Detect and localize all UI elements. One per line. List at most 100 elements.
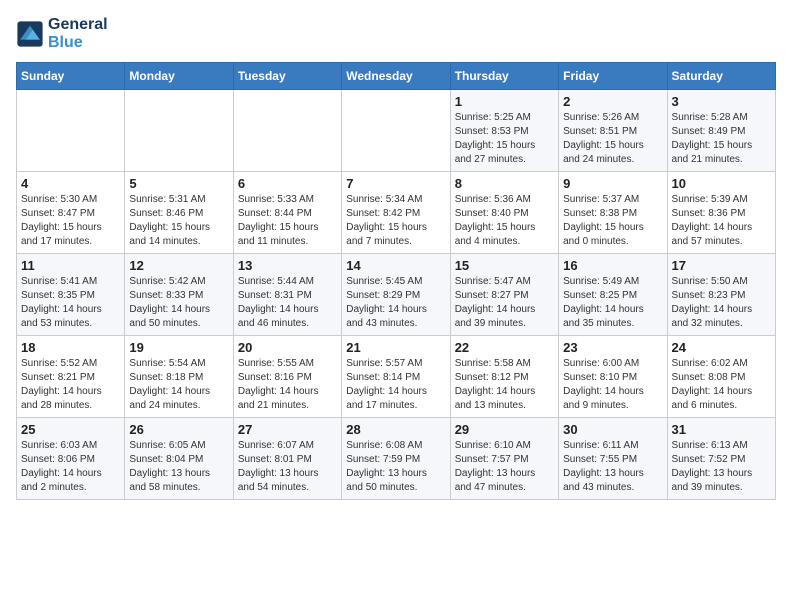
calendar-cell: 6 Sunrise: 5:33 AM Sunset: 8:44 PM Daylig…: [233, 172, 341, 254]
calendar-cell: 25 Sunrise: 6:03 AM Sunset: 8:06 PM Dayli…: [17, 418, 125, 500]
day-number: 30: [563, 422, 662, 437]
week-row-2: 4 Sunrise: 5:30 AM Sunset: 8:47 PM Daylig…: [17, 172, 776, 254]
day-number: 20: [238, 340, 337, 355]
day-number: 27: [238, 422, 337, 437]
calendar-cell: 28 Sunrise: 6:08 AM Sunset: 7:59 PM Dayli…: [342, 418, 450, 500]
calendar-cell: 17 Sunrise: 5:50 AM Sunset: 8:23 PM Dayli…: [667, 254, 775, 336]
day-info: Sunrise: 6:13 AM Sunset: 7:52 PM Dayligh…: [672, 439, 771, 495]
calendar-cell: 14 Sunrise: 5:45 AM Sunset: 8:29 PM Dayli…: [342, 254, 450, 336]
day-info: Sunrise: 6:10 AM Sunset: 7:57 PM Dayligh…: [455, 439, 554, 495]
calendar-cell: 19 Sunrise: 5:54 AM Sunset: 8:18 PM Dayli…: [125, 336, 233, 418]
day-info: Sunrise: 5:34 AM Sunset: 8:42 PM Dayligh…: [346, 193, 445, 249]
day-info: Sunrise: 5:28 AM Sunset: 8:49 PM Dayligh…: [672, 111, 771, 167]
day-info: Sunrise: 6:02 AM Sunset: 8:08 PM Dayligh…: [672, 357, 771, 413]
day-number: 18: [21, 340, 120, 355]
calendar-cell: 9 Sunrise: 5:37 AM Sunset: 8:38 PM Daylig…: [559, 172, 667, 254]
calendar-cell: 16 Sunrise: 5:49 AM Sunset: 8:25 PM Dayli…: [559, 254, 667, 336]
calendar-cell: 21Sunrise: 5:57 AM Sunset: 8:14 PM Dayli…: [342, 336, 450, 418]
calendar-cell: 8 Sunrise: 5:36 AM Sunset: 8:40 PM Daylig…: [450, 172, 558, 254]
day-number: 4: [21, 176, 120, 191]
header-cell-sunday: Sunday: [17, 63, 125, 90]
calendar-cell: 30 Sunrise: 6:11 AM Sunset: 7:55 PM Dayli…: [559, 418, 667, 500]
day-number: 13: [238, 258, 337, 273]
calendar-cell: 15 Sunrise: 5:47 AM Sunset: 8:27 PM Dayli…: [450, 254, 558, 336]
day-info: Sunrise: 5:58 AM Sunset: 8:12 PM Dayligh…: [455, 357, 554, 413]
day-number: 29: [455, 422, 554, 437]
calendar-cell: 20 Sunrise: 5:55 AM Sunset: 8:16 PM Dayli…: [233, 336, 341, 418]
calendar-cell: 4 Sunrise: 5:30 AM Sunset: 8:47 PM Daylig…: [17, 172, 125, 254]
day-number: 10: [672, 176, 771, 191]
week-row-4: 18 Sunrise: 5:52 AM Sunset: 8:21 PM Dayli…: [17, 336, 776, 418]
day-info: Sunrise: 5:30 AM Sunset: 8:47 PM Dayligh…: [21, 193, 120, 249]
day-info: Sunrise: 5:36 AM Sunset: 8:40 PM Dayligh…: [455, 193, 554, 249]
week-row-1: 1 Sunrise: 5:25 AM Sunset: 8:53 PM Daylig…: [17, 90, 776, 172]
day-info: Sunrise: 5:47 AM Sunset: 8:27 PM Dayligh…: [455, 275, 554, 331]
calendar-cell: 2Sunrise: 5:26 AM Sunset: 8:51 PM Daylig…: [559, 90, 667, 172]
calendar-cell: 23Sunrise: 6:00 AM Sunset: 8:10 PM Dayli…: [559, 336, 667, 418]
calendar-cell: 7 Sunrise: 5:34 AM Sunset: 8:42 PM Daylig…: [342, 172, 450, 254]
day-number: 3: [672, 94, 771, 109]
day-info: Sunrise: 5:52 AM Sunset: 8:21 PM Dayligh…: [21, 357, 120, 413]
day-number: 16: [563, 258, 662, 273]
calendar-cell: [342, 90, 450, 172]
day-info: Sunrise: 5:33 AM Sunset: 8:44 PM Dayligh…: [238, 193, 337, 249]
day-number: 26: [129, 422, 228, 437]
day-info: Sunrise: 6:08 AM Sunset: 7:59 PM Dayligh…: [346, 439, 445, 495]
day-info: Sunrise: 5:41 AM Sunset: 8:35 PM Dayligh…: [21, 275, 120, 331]
header-cell-monday: Monday: [125, 63, 233, 90]
day-number: 15: [455, 258, 554, 273]
day-number: 7: [346, 176, 445, 191]
day-number: 23: [563, 340, 662, 355]
day-number: 19: [129, 340, 228, 355]
week-row-3: 11 Sunrise: 5:41 AM Sunset: 8:35 PM Dayli…: [17, 254, 776, 336]
calendar-cell: 1 Sunrise: 5:25 AM Sunset: 8:53 PM Daylig…: [450, 90, 558, 172]
day-number: 5: [129, 176, 228, 191]
calendar-cell: 13Sunrise: 5:44 AM Sunset: 8:31 PM Dayli…: [233, 254, 341, 336]
day-info: Sunrise: 5:54 AM Sunset: 8:18 PM Dayligh…: [129, 357, 228, 413]
day-info: Sunrise: 6:03 AM Sunset: 8:06 PM Dayligh…: [21, 439, 120, 495]
calendar-table: SundayMondayTuesdayWednesdayThursdayFrid…: [16, 62, 776, 500]
calendar-cell: 10Sunrise: 5:39 AM Sunset: 8:36 PM Dayli…: [667, 172, 775, 254]
day-number: 6: [238, 176, 337, 191]
day-info: Sunrise: 5:25 AM Sunset: 8:53 PM Dayligh…: [455, 111, 554, 167]
header-cell-friday: Friday: [559, 63, 667, 90]
day-number: 17: [672, 258, 771, 273]
day-info: Sunrise: 5:37 AM Sunset: 8:38 PM Dayligh…: [563, 193, 662, 249]
day-info: Sunrise: 5:49 AM Sunset: 8:25 PM Dayligh…: [563, 275, 662, 331]
day-number: 25: [21, 422, 120, 437]
calendar-cell: [233, 90, 341, 172]
calendar-cell: 11 Sunrise: 5:41 AM Sunset: 8:35 PM Dayli…: [17, 254, 125, 336]
calendar-cell: 29 Sunrise: 6:10 AM Sunset: 7:57 PM Dayli…: [450, 418, 558, 500]
day-number: 22: [455, 340, 554, 355]
logo-text: General Blue: [48, 16, 108, 52]
day-info: Sunrise: 5:50 AM Sunset: 8:23 PM Dayligh…: [672, 275, 771, 331]
day-number: 31: [672, 422, 771, 437]
day-number: 2: [563, 94, 662, 109]
calendar-cell: 31 Sunrise: 6:13 AM Sunset: 7:52 PM Dayli…: [667, 418, 775, 500]
logo: General Blue: [16, 16, 108, 52]
header-cell-wednesday: Wednesday: [342, 63, 450, 90]
day-info: Sunrise: 6:11 AM Sunset: 7:55 PM Dayligh…: [563, 439, 662, 495]
day-info: Sunrise: 5:45 AM Sunset: 8:29 PM Dayligh…: [346, 275, 445, 331]
day-number: 8: [455, 176, 554, 191]
page-header: General Blue: [16, 16, 776, 52]
calendar-cell: 18 Sunrise: 5:52 AM Sunset: 8:21 PM Dayli…: [17, 336, 125, 418]
day-number: 28: [346, 422, 445, 437]
day-number: 14: [346, 258, 445, 273]
day-info: Sunrise: 6:07 AM Sunset: 8:01 PM Dayligh…: [238, 439, 337, 495]
day-info: Sunrise: 5:55 AM Sunset: 8:16 PM Dayligh…: [238, 357, 337, 413]
day-number: 11: [21, 258, 120, 273]
calendar-cell: 3 Sunrise: 5:28 AM Sunset: 8:49 PM Daylig…: [667, 90, 775, 172]
header-cell-thursday: Thursday: [450, 63, 558, 90]
day-number: 9: [563, 176, 662, 191]
day-number: 21: [346, 340, 445, 355]
calendar-cell: 22 Sunrise: 5:58 AM Sunset: 8:12 PM Dayli…: [450, 336, 558, 418]
calendar-cell: 26 Sunrise: 6:05 AM Sunset: 8:04 PM Dayli…: [125, 418, 233, 500]
header-row: SundayMondayTuesdayWednesdayThursdayFrid…: [17, 63, 776, 90]
calendar-cell: 5Sunrise: 5:31 AM Sunset: 8:46 PM Daylig…: [125, 172, 233, 254]
day-number: 12: [129, 258, 228, 273]
logo-icon: [16, 20, 44, 48]
calendar-cell: 27 Sunrise: 6:07 AM Sunset: 8:01 PM Dayli…: [233, 418, 341, 500]
day-number: 1: [455, 94, 554, 109]
day-info: Sunrise: 6:05 AM Sunset: 8:04 PM Dayligh…: [129, 439, 228, 495]
